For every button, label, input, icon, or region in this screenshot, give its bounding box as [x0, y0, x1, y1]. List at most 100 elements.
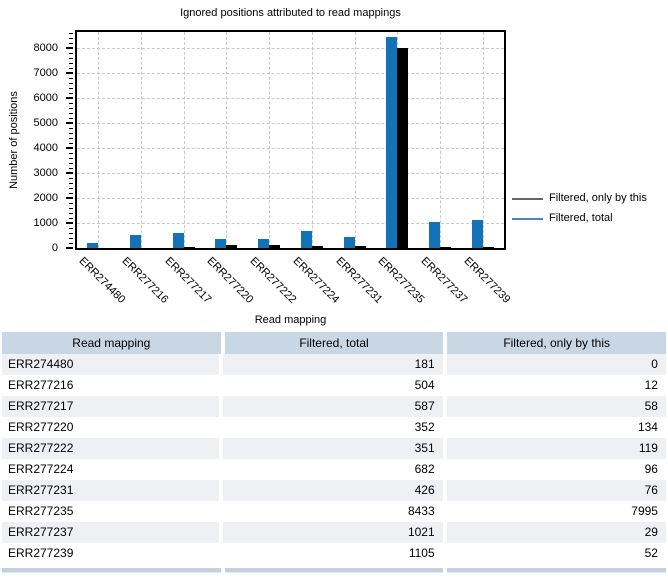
table-row[interactable]: ERR27723142676: [2, 480, 666, 501]
bar-filtered-only-by-this: [226, 245, 237, 248]
y-minor-tick: [69, 218, 73, 219]
bar-filtered-total: [258, 239, 269, 248]
y-tick: [66, 122, 73, 124]
cell-read-mapping: ERR277235: [2, 501, 219, 522]
y-tick-label: 4000: [0, 141, 58, 155]
cell-filtered-total: 1021: [223, 522, 442, 543]
y-minor-tick: [69, 58, 73, 59]
x-axis-label: Read mapping: [75, 314, 506, 326]
bar-filtered-only-by-this: [269, 245, 280, 248]
cell-read-mapping: ERR277231: [2, 480, 219, 501]
plot-area: [75, 30, 506, 250]
x-gridline: [355, 32, 356, 248]
partial-row-cell: [447, 568, 666, 573]
bar-filtered-total: [130, 235, 141, 248]
y-minor-tick: [69, 153, 73, 154]
cell-filtered-only: 76: [447, 480, 666, 501]
table-row[interactable]: ERR27721650412: [2, 375, 666, 396]
bar-filtered-total: [173, 233, 184, 248]
table-row[interactable]: ERR277237102129: [2, 522, 666, 543]
x-gridline: [440, 32, 441, 248]
y-minor-tick: [69, 133, 73, 134]
report-view: Ignored positions attributed to read map…: [0, 0, 668, 582]
cell-read-mapping: ERR277222: [2, 438, 219, 459]
y-tick-label: 8000: [0, 41, 58, 55]
bar-filtered-total: [472, 220, 483, 248]
x-gridline: [98, 32, 99, 248]
y-minor-tick: [69, 128, 73, 129]
y-minor-tick: [69, 193, 73, 194]
cell-filtered-total: 8433: [223, 501, 442, 522]
cell-filtered-total: 181: [223, 354, 442, 375]
cell-filtered-only: 134: [447, 417, 666, 438]
y-minor-tick: [69, 188, 73, 189]
y-minor-tick: [69, 238, 73, 239]
partial-next-row: [2, 568, 666, 573]
table-row[interactable]: ERR27722468296: [2, 459, 666, 480]
bar-filtered-total: [386, 37, 397, 248]
cell-read-mapping: ERR277224: [2, 459, 219, 480]
cell-filtered-only: 58: [447, 396, 666, 417]
y-tick-label: 6000: [0, 91, 58, 105]
y-minor-tick: [69, 203, 73, 204]
bar-filtered-only-by-this: [397, 48, 408, 248]
x-gridline: [184, 32, 185, 248]
table-row[interactable]: ERR27721758758: [2, 396, 666, 417]
y-tick-label: 1000: [0, 216, 58, 230]
table-row[interactable]: ERR277239110552: [2, 543, 666, 564]
x-gridline: [269, 32, 270, 248]
y-tick: [66, 147, 73, 149]
table-header-cell[interactable]: Filtered, only by this: [447, 332, 666, 354]
x-gridline: [141, 32, 142, 248]
cell-filtered-total: 352: [223, 417, 442, 438]
x-gridline: [226, 32, 227, 248]
table-body: ERR2744801810ERR27721650412ERR2772175875…: [2, 354, 666, 564]
y-minor-tick: [69, 113, 73, 114]
bar-filtered-only-by-this: [184, 247, 195, 248]
bar-filtered-total: [429, 222, 440, 248]
table-row[interactable]: ERR27723584337995: [2, 501, 666, 522]
y-minor-tick: [69, 103, 73, 104]
y-minor-tick: [69, 33, 73, 34]
cell-filtered-only: 29: [447, 522, 666, 543]
cell-filtered-total: 1105: [223, 543, 442, 564]
y-minor-tick: [69, 168, 73, 169]
bar-filtered-total: [344, 237, 355, 248]
legend-entry: Filtered, total: [512, 212, 666, 225]
y-minor-tick: [69, 243, 73, 244]
plot-area-inner: [77, 32, 504, 248]
y-minor-tick: [69, 228, 73, 229]
y-minor-tick: [69, 183, 73, 184]
legend-label: Filtered, total: [549, 212, 613, 225]
y-minor-tick: [69, 178, 73, 179]
table-header-row: Read mappingFiltered, totalFiltered, onl…: [2, 332, 666, 354]
cell-filtered-total: 682: [223, 459, 442, 480]
y-tick-label: 7000: [0, 66, 58, 80]
y-minor-tick: [69, 83, 73, 84]
cell-filtered-only: 52: [447, 543, 666, 564]
y-minor-tick: [69, 233, 73, 234]
y-tick-label: 5000: [0, 116, 58, 130]
y-tick: [66, 97, 73, 99]
chart-section: Ignored positions attributed to read map…: [0, 0, 668, 331]
y-minor-tick: [69, 143, 73, 144]
table-row[interactable]: ERR277222351119: [2, 438, 666, 459]
y-tick-label: 0: [0, 241, 58, 255]
cell-filtered-only: 7995: [447, 501, 666, 522]
x-gridline: [483, 32, 484, 248]
cell-filtered-only: 96: [447, 459, 666, 480]
cell-read-mapping: ERR277237: [2, 522, 219, 543]
cell-read-mapping: ERR277220: [2, 417, 219, 438]
legend-label: Filtered, only by this: [549, 192, 647, 205]
y-minor-tick: [69, 88, 73, 89]
table-header-cell[interactable]: Read mapping: [2, 332, 221, 354]
table-row[interactable]: ERR2744801810: [2, 354, 666, 375]
bar-filtered-only-by-this: [440, 247, 451, 248]
bar-filtered-total: [215, 239, 226, 248]
y-tick-label: 2000: [0, 191, 58, 205]
legend-swatch: [512, 198, 543, 200]
partial-row-cell: [225, 568, 444, 573]
table-row[interactable]: ERR277220352134: [2, 417, 666, 438]
table-header-cell[interactable]: Filtered, total: [225, 332, 444, 354]
y-minor-tick: [69, 63, 73, 64]
